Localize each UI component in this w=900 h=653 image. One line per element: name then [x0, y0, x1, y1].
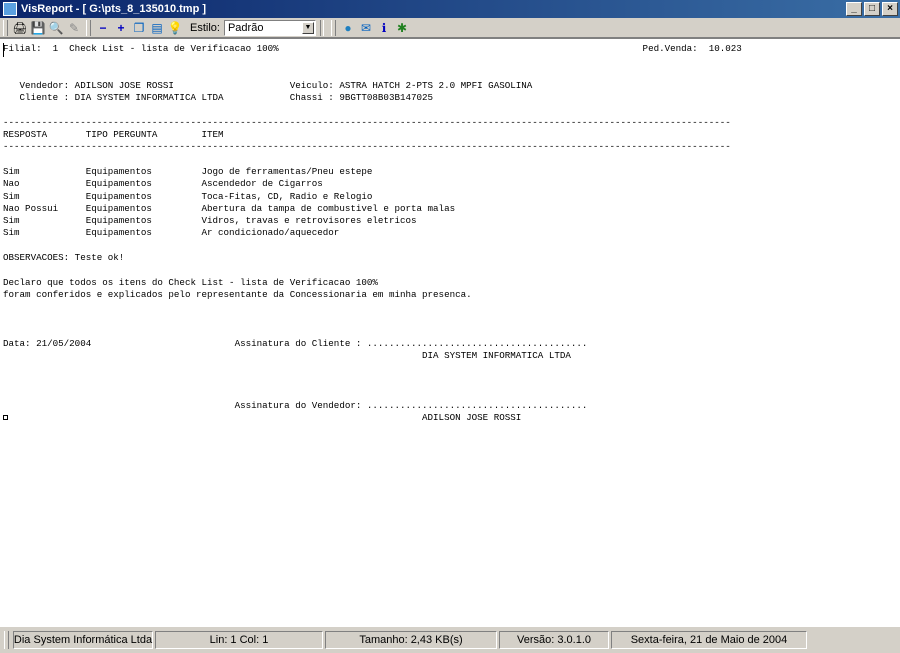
- web-icon[interactable]: ●: [339, 19, 357, 37]
- toolbar-grip[interactable]: [3, 19, 8, 36]
- title-bar: VisReport - [ G:\pts_8_135010.tmp ] _ □ …: [0, 0, 900, 18]
- report-line: Sim Equipamentos Vidros, travas e retrov…: [3, 215, 417, 227]
- save-icon[interactable]: 💾: [29, 19, 47, 37]
- app-icon: [3, 2, 17, 16]
- report-line: OBSERVACOES: Teste ok!: [3, 252, 125, 264]
- report-line: Declaro que todos os itens do Check List…: [3, 276, 378, 288]
- info-icon[interactable]: ℹ: [375, 19, 393, 37]
- status-size: Tamanho: 2,43 KB(s): [325, 631, 497, 649]
- page-setup-icon[interactable]: ✎: [65, 19, 83, 37]
- report-line: ADILSON JOSE ROSSI: [3, 411, 522, 423]
- toolbar-grip[interactable]: [86, 19, 91, 36]
- report-text: Filial: 1 Check List - lista de Verifica…: [3, 43, 742, 424]
- close-button[interactable]: ×: [882, 2, 898, 16]
- report-line: ----------------------------------------…: [3, 116, 731, 128]
- report-line: RESPOSTA TIPO PERGUNTA ITEM: [3, 129, 224, 141]
- maximize-button[interactable]: □: [864, 2, 880, 16]
- report-line: Nao Equipamentos Ascendedor de Cigarros: [3, 178, 323, 190]
- chevron-down-icon[interactable]: ▼: [301, 21, 314, 34]
- report-line: foram conferidos e explicados pelo repre…: [3, 288, 472, 300]
- estilo-label: Estilo:: [190, 21, 220, 34]
- print-icon[interactable]: 🖨: [11, 19, 29, 37]
- window-title: VisReport - [ G:\pts_8_135010.tmp ]: [21, 3, 207, 15]
- report-line: Cliente : DIA SYSTEM INFORMATICA LTDA Ch…: [3, 92, 434, 104]
- status-position: Lin: 1 Col: 1: [155, 631, 323, 649]
- report-document[interactable]: Filial: 1 Check List - lista de Verifica…: [0, 38, 900, 627]
- toolbar-grip[interactable]: [330, 19, 336, 36]
- minimize-button[interactable]: _: [846, 2, 862, 16]
- zoom-out-icon[interactable]: −: [94, 19, 112, 37]
- window-controls: _ □ ×: [846, 2, 898, 16]
- toolbar-separator: [319, 19, 324, 36]
- status-bar: Dia System Informática Ltda Lin: 1 Col: …: [0, 627, 900, 653]
- toolbar: 🖨 💾 🔍 ✎ − + ❐ ▤ 💡 Estilo: Padrão ▼ ● ✉ ℹ…: [0, 18, 900, 38]
- copy-icon[interactable]: ❐: [130, 19, 148, 37]
- report-line: DIA SYSTEM INFORMATICA LTDA: [3, 350, 571, 362]
- status-version: Versão: 3.0.1.0: [499, 631, 609, 649]
- report-line: ----------------------------------------…: [3, 141, 731, 153]
- zoom-in-icon[interactable]: +: [112, 19, 130, 37]
- export-icon[interactable]: ▤: [148, 19, 166, 37]
- report-line: Sim Equipamentos Ar condicionado/aqueced…: [3, 227, 340, 239]
- mail-icon[interactable]: ✉: [357, 19, 375, 37]
- tools-icon[interactable]: ✱: [393, 19, 411, 37]
- status-company: Dia System Informática Ltda: [13, 631, 153, 649]
- end-marker: [3, 415, 8, 420]
- report-line: Nao Possui Equipamentos Abertura da tamp…: [3, 202, 456, 214]
- status-grip: [4, 631, 9, 649]
- tip-icon[interactable]: 💡: [166, 19, 184, 37]
- report-line: Vendedor: ADILSON JOSE ROSSI Veiculo: AS…: [3, 79, 533, 91]
- report-line: Sim Equipamentos Jogo de ferramentas/Pne…: [3, 165, 373, 177]
- report-line: Data: 21/05/2004 Assinatura do Cliente :…: [3, 338, 588, 350]
- report-line: Sim Equipamentos Toca-Fitas, CD, Radio e…: [3, 190, 373, 202]
- estilo-select[interactable]: Padrão ▼: [223, 19, 316, 36]
- report-line: Assinatura do Vendedor: ................…: [3, 399, 588, 411]
- estilo-value: Padrão: [227, 21, 264, 34]
- report-line: Filial: 1 Check List - lista de Verifica…: [3, 43, 742, 54]
- preview-icon[interactable]: 🔍: [47, 19, 65, 37]
- status-date: Sexta-feira, 21 de Maio de 2004: [611, 631, 807, 649]
